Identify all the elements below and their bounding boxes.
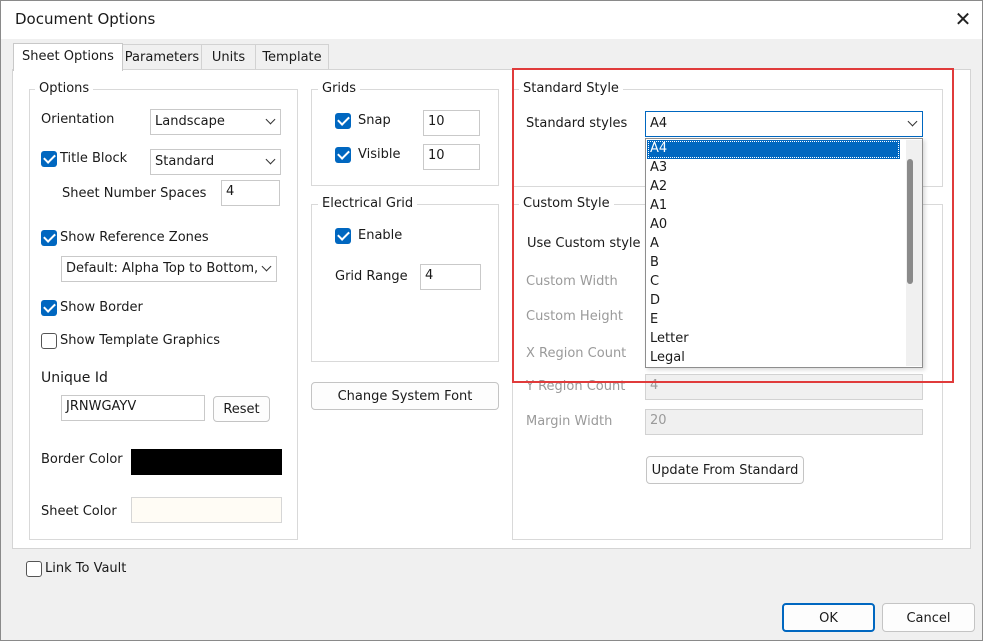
chevron-down-icon xyxy=(261,261,272,272)
visible-label: Visible xyxy=(358,147,401,162)
link-to-vault-label: Link To Vault xyxy=(45,561,127,576)
sheet-number-spaces-label: Sheet Number Spaces xyxy=(62,186,207,201)
unique-id-label: Unique Id xyxy=(41,370,108,386)
show-reference-zones-label: Show Reference Zones xyxy=(60,230,209,245)
reference-zones-value: Default: Alpha Top to Bottom, xyxy=(66,261,259,276)
document-options-dialog: Document Options ✕ Sheet Options Paramet… xyxy=(0,0,983,641)
reference-zones-select[interactable]: Default: Alpha Top to Bottom, xyxy=(61,256,277,282)
electrical-grid-group-label: Electrical Grid xyxy=(318,196,418,211)
highlight-box xyxy=(512,68,954,383)
title-block-checkbox[interactable] xyxy=(41,151,57,167)
title-block-select[interactable]: Standard xyxy=(150,149,281,175)
chevron-down-icon xyxy=(265,114,276,125)
grid-range-input[interactable]: 4 xyxy=(420,264,481,290)
border-color-swatch[interactable] xyxy=(131,449,282,475)
change-system-font-button[interactable]: Change System Font xyxy=(311,382,499,410)
close-icon[interactable]: ✕ xyxy=(950,6,976,32)
snap-label: Snap xyxy=(358,113,391,128)
show-reference-zones-checkbox[interactable] xyxy=(41,230,57,246)
grids-group-label: Grids xyxy=(318,81,361,96)
sheet-color-swatch[interactable] xyxy=(131,497,282,523)
title-block-label: Title Block xyxy=(60,151,128,166)
chevron-down-icon xyxy=(265,154,276,165)
options-group-label: Options xyxy=(35,81,94,96)
reset-button[interactable]: Reset xyxy=(213,396,270,422)
show-template-graphics-checkbox[interactable] xyxy=(41,333,57,349)
snap-checkbox[interactable] xyxy=(335,113,351,129)
cancel-button[interactable]: Cancel xyxy=(882,603,975,632)
enable-checkbox[interactable] xyxy=(335,228,351,244)
orientation-select[interactable]: Landscape xyxy=(150,109,281,135)
sheet-number-spaces-input[interactable]: 4 xyxy=(221,180,280,206)
show-border-label: Show Border xyxy=(60,300,143,315)
margin-width-input[interactable]: 20 xyxy=(645,409,923,435)
grids-group xyxy=(311,89,499,186)
ok-button[interactable]: OK xyxy=(782,603,875,632)
tab-template[interactable]: Template xyxy=(255,44,329,70)
sheet-color-label: Sheet Color xyxy=(41,504,117,519)
grid-range-label: Grid Range xyxy=(335,269,408,284)
title-block-value: Standard xyxy=(155,154,215,169)
visible-checkbox[interactable] xyxy=(335,147,351,163)
tab-parameters[interactable]: Parameters xyxy=(122,44,202,70)
margin-width-label: Margin Width xyxy=(526,414,613,429)
snap-input[interactable]: 10 xyxy=(423,110,480,136)
show-template-graphics-label: Show Template Graphics xyxy=(60,333,221,348)
title-bar: Document Options ✕ xyxy=(1,1,982,39)
tab-sheet-options[interactable]: Sheet Options xyxy=(13,43,123,71)
update-from-standard-button[interactable]: Update From Standard xyxy=(646,456,804,484)
border-color-label: Border Color xyxy=(41,452,123,467)
window-title: Document Options xyxy=(15,10,156,28)
orientation-label: Orientation xyxy=(41,112,115,127)
orientation-value: Landscape xyxy=(155,114,225,129)
tab-units[interactable]: Units xyxy=(201,44,256,70)
show-border-checkbox[interactable] xyxy=(41,300,57,316)
unique-id-input[interactable]: JRNWGAYV xyxy=(61,395,205,421)
link-to-vault-checkbox[interactable] xyxy=(26,561,42,577)
enable-label: Enable xyxy=(358,228,403,243)
visible-input[interactable]: 10 xyxy=(423,144,480,170)
